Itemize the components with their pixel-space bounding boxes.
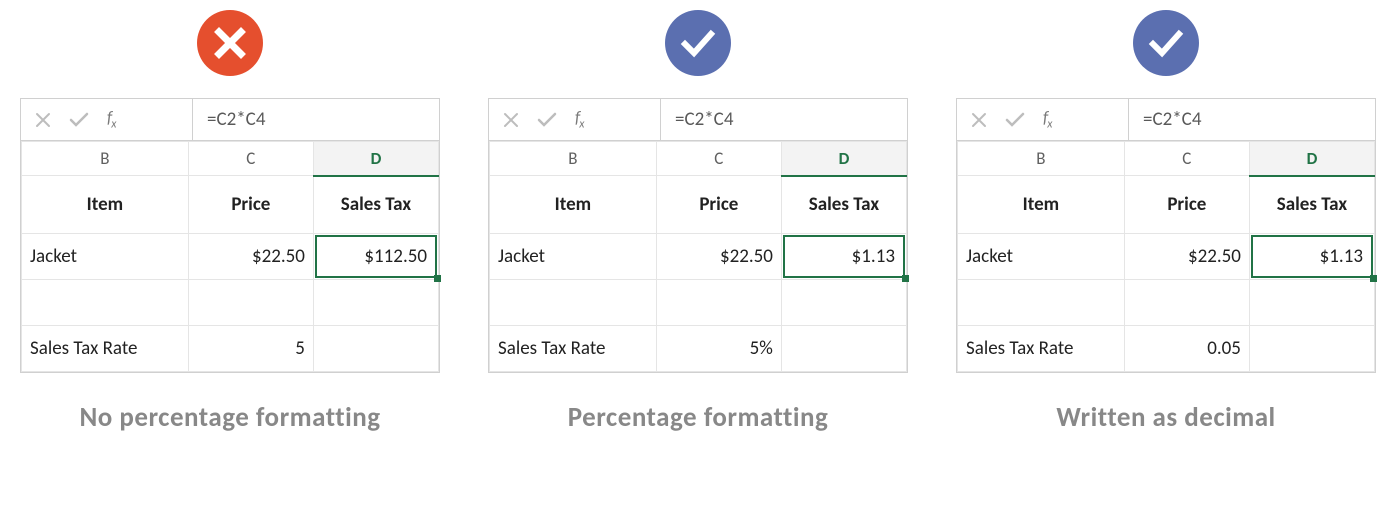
correct-badge-icon [665, 10, 731, 76]
table-row: Jacket$22.50 $1.13 [490, 234, 907, 280]
cell-rate-value[interactable]: 0.05 [1124, 326, 1249, 372]
cell-rate-value[interactable]: 5% [656, 326, 781, 372]
column-header-d-selected[interactable]: D [781, 142, 906, 176]
table-row-rate: Sales Tax Rate5% [490, 326, 907, 372]
header-sales-tax[interactable]: Sales Tax [1249, 176, 1374, 234]
table-row-rate: Sales Tax Rate5 [22, 326, 439, 372]
table-header-row: ItemPriceSales Tax [958, 176, 1375, 234]
table-row-rate: Sales Tax Rate0.05 [958, 326, 1375, 372]
header-price[interactable]: Price [656, 176, 781, 234]
spreadsheet-snippet: fx=C2*C4BCDItemPriceSales TaxJacket$22.5… [488, 98, 908, 373]
header-sales-tax[interactable]: Sales Tax [781, 176, 906, 234]
column-header-c[interactable]: C [188, 142, 313, 176]
header-price[interactable]: Price [188, 176, 313, 234]
column-header-d-selected[interactable]: D [313, 142, 438, 176]
cell-sales-tax-value: $1.13 [1320, 245, 1363, 268]
column-header-b[interactable]: B [958, 142, 1125, 176]
fill-handle[interactable] [434, 275, 441, 282]
spreadsheet-snippet: fx=C2*C4BCDItemPriceSales TaxJacket$22.5… [956, 98, 1376, 373]
column-header-row: BCD [958, 142, 1375, 176]
panel-caption: Written as decimal [1056, 401, 1275, 434]
example-panel-2: fx=C2*C4BCDItemPriceSales TaxJacket$22.5… [956, 10, 1376, 434]
column-header-b[interactable]: B [22, 142, 189, 176]
cell-sales-tax-selected[interactable]: $112.50 [313, 234, 438, 280]
cancel-formula-icon[interactable] [35, 112, 51, 128]
cell-sales-tax-value: $1.13 [852, 245, 895, 268]
enter-formula-icon[interactable] [537, 112, 557, 128]
fx-icon[interactable]: fx [107, 107, 115, 131]
column-header-d-selected[interactable]: D [1249, 142, 1374, 176]
spreadsheet-grid[interactable]: BCDItemPriceSales TaxJacket$22.50$112.50… [21, 141, 439, 372]
cell-sales-tax-selected[interactable]: $1.13 [781, 234, 906, 280]
cell-sales-tax-selected[interactable]: $1.13 [1249, 234, 1374, 280]
spreadsheet-grid[interactable]: BCDItemPriceSales TaxJacket$22.50$1.13Sa… [489, 141, 907, 372]
table-row-empty [958, 280, 1375, 326]
incorrect-badge-icon [197, 10, 263, 76]
fill-handle[interactable] [902, 275, 909, 282]
formula-input[interactable]: =C2*C4 [661, 99, 907, 140]
enter-formula-icon[interactable] [69, 112, 89, 128]
example-panel-1: fx=C2*C4BCDItemPriceSales TaxJacket$22.5… [488, 10, 908, 434]
table-header-row: ItemPriceSales Tax [490, 176, 907, 234]
panel-caption: No percentage formatting [79, 401, 380, 434]
header-item[interactable]: Item [490, 176, 657, 234]
table-row: Jacket$22.50 $112.50 [22, 234, 439, 280]
cell-rate-label[interactable]: Sales Tax Rate [490, 326, 657, 372]
header-item[interactable]: Item [958, 176, 1125, 234]
cell-rate-label[interactable]: Sales Tax Rate [22, 326, 189, 372]
column-header-row: BCD [22, 142, 439, 176]
table-header-row: ItemPriceSales Tax [22, 176, 439, 234]
cell-price[interactable]: $22.50 [188, 234, 313, 280]
cell-rate-value[interactable]: 5 [188, 326, 313, 372]
enter-formula-icon[interactable] [1005, 112, 1025, 128]
cell-rate-label[interactable]: Sales Tax Rate [958, 326, 1125, 372]
table-row-empty [22, 280, 439, 326]
formula-bar: fx =C2*C4 [489, 99, 907, 141]
column-header-row: BCD [490, 142, 907, 176]
table-row: Jacket$22.50 $1.13 [958, 234, 1375, 280]
panel-caption: Percentage formatting [568, 401, 829, 434]
formula-bar: fx =C2*C4 [21, 99, 439, 141]
header-sales-tax[interactable]: Sales Tax [313, 176, 438, 234]
example-panel-0: fx=C2*C4BCDItemPriceSales TaxJacket$22.5… [20, 10, 440, 434]
header-item[interactable]: Item [22, 176, 189, 234]
cancel-formula-icon[interactable] [971, 112, 987, 128]
correct-badge-icon [1133, 10, 1199, 76]
header-price[interactable]: Price [1124, 176, 1249, 234]
cell-price[interactable]: $22.50 [656, 234, 781, 280]
fill-handle[interactable] [1370, 275, 1377, 282]
column-header-c[interactable]: C [1124, 142, 1249, 176]
fx-icon[interactable]: fx [575, 107, 583, 131]
table-row-empty [490, 280, 907, 326]
cancel-formula-icon[interactable] [503, 112, 519, 128]
column-header-b[interactable]: B [490, 142, 657, 176]
cell-item[interactable]: Jacket [22, 234, 189, 280]
spreadsheet-snippet: fx=C2*C4BCDItemPriceSales TaxJacket$22.5… [20, 98, 440, 373]
formula-input[interactable]: =C2*C4 [193, 99, 439, 140]
fx-icon[interactable]: fx [1043, 107, 1051, 131]
cell-item[interactable]: Jacket [490, 234, 657, 280]
formula-input[interactable]: =C2*C4 [1129, 99, 1375, 140]
cell-sales-tax-value: $112.50 [364, 245, 427, 268]
cell-item[interactable]: Jacket [958, 234, 1125, 280]
spreadsheet-grid[interactable]: BCDItemPriceSales TaxJacket$22.50$1.13Sa… [957, 141, 1375, 372]
column-header-c[interactable]: C [656, 142, 781, 176]
formula-bar: fx =C2*C4 [957, 99, 1375, 141]
cell-price[interactable]: $22.50 [1124, 234, 1249, 280]
